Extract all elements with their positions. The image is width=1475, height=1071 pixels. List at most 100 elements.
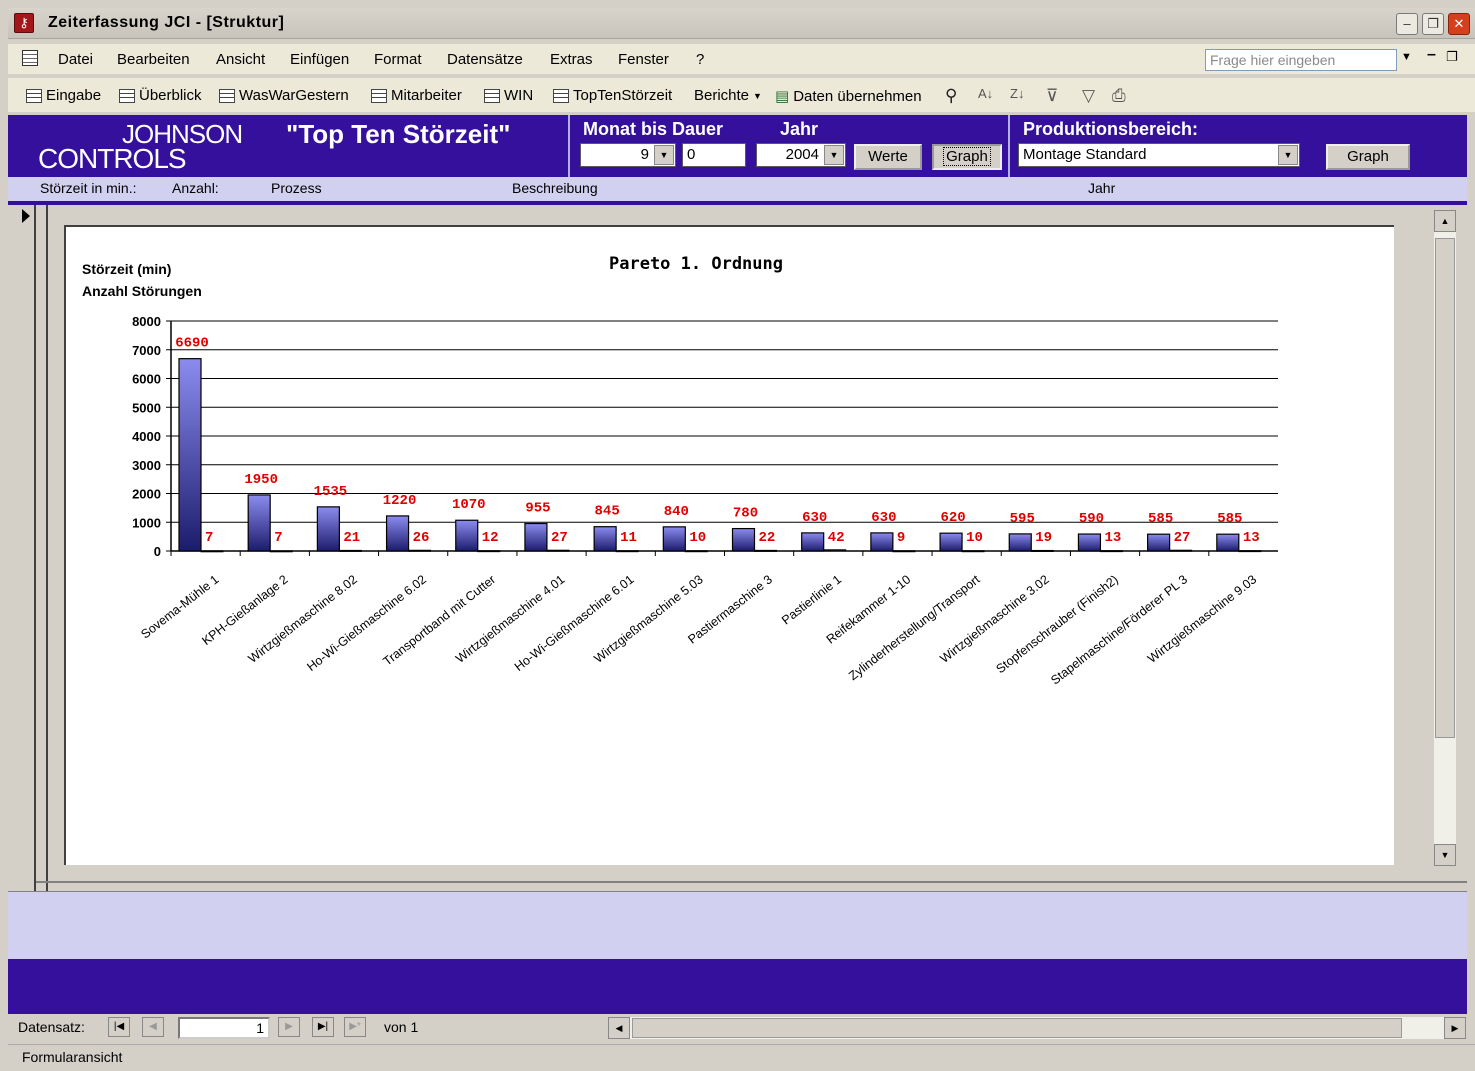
mdi-restore-button[interactable]: ❐ [1446, 49, 1458, 65]
record-count: von 1 [384, 1019, 419, 1035]
detail-border [46, 205, 48, 891]
chart-frame: Pareto 1. Ordnung Störzeit (min) Anzahl St… [64, 225, 1394, 865]
menu-einfuegen[interactable]: Einfügen [290, 51, 349, 68]
toolbar-eingabe[interactable]: Eingabe [26, 87, 101, 104]
graph-button-month[interactable]: Graph [932, 144, 1002, 170]
graph-button-bereich[interactable]: Graph [1326, 144, 1410, 170]
menu-help[interactable]: ? [696, 51, 704, 68]
y-tick-label: 7000 [132, 343, 161, 358]
data-label-anzahl: 19 [1035, 530, 1052, 546]
last-record-icon[interactable]: ▶| [312, 1017, 334, 1037]
werte-button[interactable]: Werte [854, 144, 922, 170]
bar-stoerzeit [247, 494, 271, 552]
form-document-icon[interactable] [22, 50, 38, 66]
minimize-button[interactable]: – [1396, 13, 1418, 35]
monat-select[interactable]: 9 ▼ [580, 143, 676, 167]
sort-descending-icon[interactable]: Z↓ [1010, 86, 1024, 101]
status-text: Formularansicht [22, 1049, 123, 1065]
bar-anzahl [408, 549, 432, 552]
column-headers: Störzeit in min.: Anzahl: Prozess Beschr… [8, 177, 1467, 201]
monat-label: Monat bis Dauer [583, 119, 724, 139]
menu-extras[interactable]: Extras [550, 51, 593, 68]
menu-bearbeiten[interactable]: Bearbeiten [117, 51, 190, 68]
menu-fenster[interactable]: Fenster [618, 51, 669, 68]
record-selector[interactable] [8, 205, 36, 891]
toolbar-ueberblick[interactable]: Überblick [119, 87, 202, 104]
access-app-icon[interactable]: ⚷ [14, 13, 34, 33]
chevron-down-icon[interactable]: ▼ [824, 145, 844, 165]
bar-stoerzeit [455, 519, 479, 552]
filter-by-selection-icon[interactable]: ⊽ [1046, 86, 1058, 106]
menu-datensaetze[interactable]: Datensätze [447, 51, 523, 68]
next-record-icon[interactable]: ▶ [278, 1017, 300, 1037]
produktionsbereich-select[interactable]: Montage Standard ▼ [1018, 143, 1300, 167]
x-category-label: Ho-Wi-Gießmaschine 6.02 [304, 572, 429, 674]
x-category-label: Pastierlinie 1 [779, 572, 844, 627]
new-record-icon[interactable]: ▶* [344, 1017, 366, 1037]
y-tick-label: 1000 [132, 515, 161, 530]
ask-question-input[interactable]: Frage hier eingeben [1205, 49, 1397, 71]
record-navigation: Datensatz: |◀ ◀ 1 ▶ ▶| ▶* von 1 ◀ ▶ [8, 1014, 1475, 1042]
close-button[interactable]: ✕ [1448, 13, 1470, 35]
y-tick-label: 2000 [132, 487, 161, 502]
produktionsbereich-label: Produktionsbereich: [1023, 119, 1199, 139]
y-tick-label: 0 [154, 544, 161, 559]
form-header: JOHNSON CONTROLS "Top Ten Störzeit" Mona… [8, 115, 1467, 177]
data-label-anzahl: 27 [551, 530, 568, 546]
toolbar-win[interactable]: WIN [484, 87, 533, 104]
previous-record-icon[interactable]: ◀ [142, 1017, 164, 1037]
data-label-stoerzeit: 1220 [383, 493, 417, 509]
header-divider [568, 115, 570, 177]
menu-format[interactable]: Format [374, 51, 422, 68]
record-label: Datensatz: [18, 1019, 85, 1035]
horizontal-scrollbar[interactable]: ◀ ▶ [608, 1017, 1466, 1039]
toolbar-waswargestern[interactable]: WasWarGestern [219, 87, 349, 104]
toolbar-daten-uebernehmen[interactable]: ▤ Daten übernehmen [775, 87, 922, 106]
menu-ansicht[interactable]: Ansicht [216, 51, 265, 68]
chevron-down-icon[interactable]: ▼ [1401, 51, 1412, 63]
menu-datei[interactable]: Datei [58, 51, 93, 68]
scroll-thumb[interactable] [1435, 238, 1455, 738]
x-category-label: Ho-Wi-Gießmaschine 6.01 [512, 572, 637, 674]
data-label-anzahl: 13 [1104, 530, 1121, 546]
restore-button[interactable]: ❐ [1422, 13, 1444, 35]
toolbar-mitarbeiter[interactable]: Mitarbeiter [371, 87, 462, 104]
scroll-thumb[interactable] [632, 1018, 1402, 1038]
first-record-icon[interactable]: |◀ [108, 1017, 130, 1037]
toolbar-berichte[interactable]: Berichte ▼ [694, 87, 762, 104]
dauer-input[interactable]: 0 [682, 143, 746, 167]
mdi-minimize-button[interactable]: – [1427, 46, 1436, 64]
scroll-up-icon[interactable]: ▲ [1434, 210, 1456, 232]
col-anzahl: Anzahl: [172, 180, 219, 196]
current-record-icon [22, 209, 30, 223]
y-tick-label: 8000 [132, 314, 161, 329]
binoculars-icon[interactable]: ⚲ [945, 86, 957, 106]
chevron-down-icon[interactable]: ▼ [654, 145, 674, 165]
print-icon[interactable]: ⎙ [1112, 86, 1126, 106]
vertical-scrollbar[interactable]: ▲ ▼ [1434, 210, 1456, 866]
y-tick-label: 6000 [132, 372, 161, 387]
data-label-anzahl: 27 [1174, 530, 1191, 546]
bar-anzahl [615, 550, 639, 553]
data-label-anzahl: 10 [966, 530, 983, 546]
data-label-stoerzeit: 630 [871, 510, 896, 526]
sort-ascending-icon[interactable]: A↓ [978, 86, 993, 101]
toolbar-toptenstoerzeit[interactable]: TopTenStörzeit [553, 87, 672, 104]
jahr-select[interactable]: 2004 ▼ [756, 143, 846, 167]
chevron-down-icon[interactable]: ▼ [1278, 145, 1298, 165]
bar-anzahl [961, 550, 985, 553]
data-label-stoerzeit: 595 [1010, 511, 1035, 527]
scroll-right-icon[interactable]: ▶ [1444, 1017, 1466, 1039]
record-number-input[interactable]: 1 [178, 1017, 270, 1039]
y-axis-label: Störzeit (min) [82, 261, 171, 277]
form-icon [26, 88, 42, 103]
filter-icon[interactable]: ▽ [1082, 86, 1095, 106]
scroll-left-icon[interactable]: ◀ [608, 1017, 630, 1039]
scroll-down-icon[interactable]: ▼ [1434, 844, 1456, 866]
form-icon [484, 88, 500, 103]
bar-stoerzeit [870, 532, 894, 552]
x-category-label: Stapelmaschine/Förderer PL 3 [1048, 572, 1190, 687]
bar-stoerzeit [385, 515, 410, 552]
bar-anzahl [546, 549, 570, 552]
bar-stoerzeit [316, 506, 340, 552]
